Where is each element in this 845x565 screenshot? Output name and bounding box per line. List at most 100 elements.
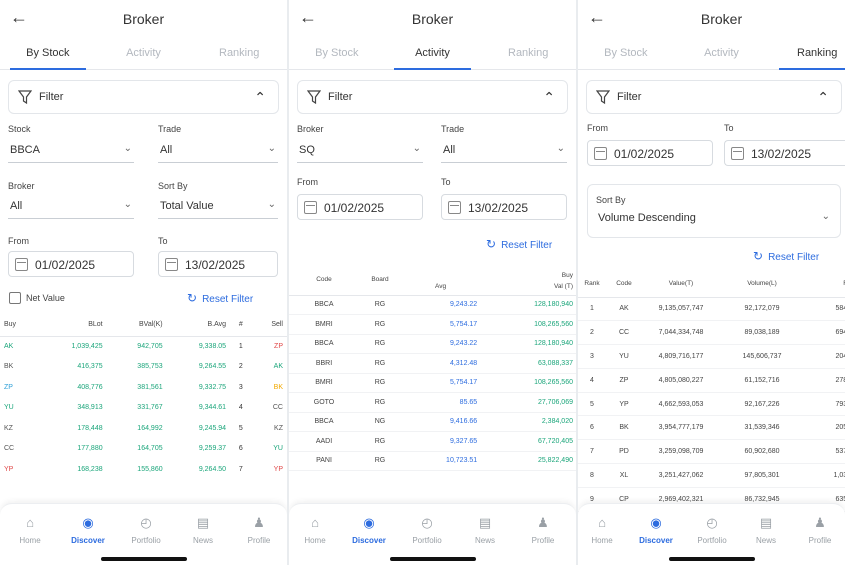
- col-val[interactable]: Val (T): [480, 279, 576, 296]
- nav-discover-label: Discover: [71, 536, 105, 545]
- reset-filter-button[interactable]: ↻ Reset Filter: [486, 237, 552, 251]
- reset-filter-button[interactable]: ↻ Reset Filter: [187, 291, 253, 305]
- nav-discover[interactable]: ◉ Discover: [60, 516, 116, 546]
- tab-by-stock[interactable]: By Stock: [0, 38, 96, 70]
- table-row[interactable]: 3YU4,809,716,177145,606,737204,1: [578, 344, 845, 369]
- avg: 5,754.17: [401, 373, 481, 393]
- col-code[interactable]: Code: [606, 271, 642, 298]
- from-date-value: 01/02/2025: [35, 258, 96, 272]
- nav-news[interactable]: ▤ News: [738, 516, 794, 546]
- bottom-nav: ⌂ Home ◉ Discover ◴ Portfolio ▤ News ♟ Profil…: [0, 503, 287, 565]
- nav-portfolio[interactable]: ◴ Portfolio: [684, 516, 740, 546]
- col-volume[interactable]: Volume(L): [720, 271, 804, 298]
- stock-select[interactable]: BBCA ⌄: [8, 139, 134, 163]
- col-blot[interactable]: BLot: [36, 314, 107, 337]
- filter-toggle[interactable]: Filter ⌃: [586, 80, 842, 114]
- screen-by-stock: ← Broker By Stock Activity Ranking Filte…: [0, 0, 287, 565]
- table-row[interactable]: 5YP4,662,593,05392,167,226793,4: [578, 392, 845, 417]
- col-value[interactable]: Value(T): [642, 271, 720, 298]
- table-row[interactable]: AK 1,039,425 942,705 9,338.05 1 ZP: [0, 336, 287, 357]
- pie-chart-icon: ◴: [421, 515, 433, 530]
- to-date-field[interactable]: 13/02/2025: [441, 194, 567, 220]
- table-row[interactable]: BBCA RG 9,243.22 128,180,940: [289, 334, 576, 354]
- table-row[interactable]: 8XL3,251,427,06297,805,3011,030,: [578, 463, 845, 488]
- tab-by-stock[interactable]: By Stock: [578, 38, 674, 69]
- table-row[interactable]: 7PD3,259,098,70960,902,680537,0: [578, 439, 845, 465]
- to-date-field[interactable]: 13/02/2025: [724, 140, 845, 166]
- table-row[interactable]: 6BK3,954,777,17931,539,346205,1: [578, 415, 845, 441]
- reset-filter-label: Reset Filter: [501, 240, 553, 251]
- nav-news[interactable]: ▤ News: [175, 516, 231, 546]
- table-row[interactable]: BBCA RG 9,243.22 128,180,940: [289, 295, 576, 315]
- table-row[interactable]: 4ZP4,805,080,22761,152,716278,7: [578, 368, 845, 393]
- tab-ranking[interactable]: Ranking: [480, 38, 576, 69]
- nav-profile[interactable]: ♟ Profile: [515, 516, 571, 546]
- sort-by-select[interactable]: Total Value ⌄: [158, 195, 278, 219]
- table-row[interactable]: YU 348,913 331,767 9,344.61 4 CC: [0, 398, 287, 419]
- trade-select[interactable]: All ⌄: [441, 139, 567, 163]
- table-row[interactable]: ZP 408,776 381,561 9,332.75 3 BK: [0, 377, 287, 398]
- col-rank[interactable]: Rank: [578, 271, 606, 298]
- tab-ranking[interactable]: Ranking: [191, 38, 287, 69]
- tab-activity[interactable]: Activity: [385, 38, 481, 70]
- net-value-checkbox[interactable]: [9, 292, 21, 304]
- col-code[interactable]: Code: [289, 265, 359, 296]
- tab-activity[interactable]: Activity: [96, 38, 192, 69]
- reset-filter-button[interactable]: ↻ Reset Filter: [753, 249, 819, 263]
- nav-portfolio[interactable]: ◴ Portfolio: [118, 516, 174, 546]
- nav-portfolio[interactable]: ◴ Portfolio: [399, 515, 455, 546]
- nav-discover[interactable]: ◉ Discover: [341, 516, 397, 546]
- table-row[interactable]: AADI RG 9,327.65 67,720,405: [289, 431, 576, 452]
- rank: 3: [238, 383, 243, 391]
- nav-news[interactable]: ▤ News: [457, 516, 513, 546]
- col-buy[interactable]: Buy: [0, 314, 37, 337]
- nav-profile[interactable]: ♟ Profile: [231, 516, 287, 546]
- nav-home[interactable]: ⌂ Home: [289, 516, 343, 546]
- table-row[interactable]: BMRI RG 5,754.17 108,265,560: [289, 373, 576, 393]
- board: RG: [359, 334, 401, 354]
- filter-toggle[interactable]: Filter ⌃: [297, 80, 568, 114]
- to-date-field[interactable]: 13/02/2025: [158, 251, 278, 277]
- stock-value: BBCA: [10, 144, 40, 156]
- col-bavg[interactable]: B.Avg: [166, 314, 231, 337]
- table-row[interactable]: 2CC7,044,334,74889,038,189694,7: [578, 320, 845, 346]
- rank: 6: [238, 445, 243, 453]
- table-row[interactable]: BBCA NG 9,416.66 2,384,020: [289, 412, 576, 432]
- from-date-field[interactable]: 01/02/2025: [587, 140, 713, 166]
- table-row[interactable]: 1AK9,135,057,74792,172,079584,4: [578, 297, 845, 322]
- tab-ranking[interactable]: Ranking: [769, 38, 845, 70]
- table-row[interactable]: BK 416,375 385,753 9,264.55 2 AK: [0, 357, 287, 378]
- broker-select[interactable]: SQ ⌄: [297, 139, 423, 163]
- table-row[interactable]: BMRI RG 5,754.17 108,265,560: [289, 314, 576, 335]
- trade-label: Trade: [158, 124, 182, 134]
- table-row[interactable]: BBRI RG 4,312.48 63,088,337: [289, 353, 576, 374]
- table-row[interactable]: CC 177,880 164,705 9,259.37 6 YU: [0, 439, 287, 460]
- col-freq[interactable]: Fre: [804, 271, 845, 298]
- from-date-field[interactable]: 01/02/2025: [297, 194, 423, 220]
- col-rank: #: [230, 314, 252, 337]
- table-row[interactable]: GOTO RG 85.65 27,706,069: [289, 392, 576, 413]
- tab-activity[interactable]: Activity: [674, 38, 770, 69]
- nav-profile[interactable]: ♟ Profile: [792, 516, 845, 546]
- table-row[interactable]: PANI RG 10,723.51 25,822,490: [289, 451, 576, 471]
- table-row[interactable]: KZ 178,448 164,992 9,245.94 5 KZ: [0, 418, 287, 439]
- col-bval[interactable]: BVal(K): [106, 314, 167, 337]
- code: YP: [606, 392, 642, 417]
- nav-home[interactable]: ⌂ Home: [578, 516, 630, 546]
- col-board[interactable]: Board: [359, 265, 401, 296]
- col-sell[interactable]: Sell: [251, 314, 287, 337]
- blot: 348,913: [77, 404, 103, 412]
- to-date-value: 13/02/2025: [468, 201, 529, 215]
- nav-home[interactable]: ⌂ Home: [2, 516, 58, 546]
- from-date-value: 01/02/2025: [324, 201, 385, 215]
- broker-select[interactable]: All ⌄: [8, 195, 134, 219]
- sort-by-select[interactable]: Volume Descending ⌄: [596, 207, 832, 231]
- nav-discover[interactable]: ◉ Discover: [628, 516, 684, 546]
- trade-select[interactable]: All ⌄: [158, 139, 278, 163]
- col-avg[interactable]: Avg: [401, 279, 481, 296]
- from-date-field[interactable]: 01/02/2025: [8, 251, 134, 277]
- tab-by-stock[interactable]: By Stock: [289, 38, 385, 69]
- filter-toggle[interactable]: Filter ⌃: [8, 80, 279, 114]
- bval: 164,992: [137, 424, 163, 432]
- bval: 164,705: [137, 445, 163, 453]
